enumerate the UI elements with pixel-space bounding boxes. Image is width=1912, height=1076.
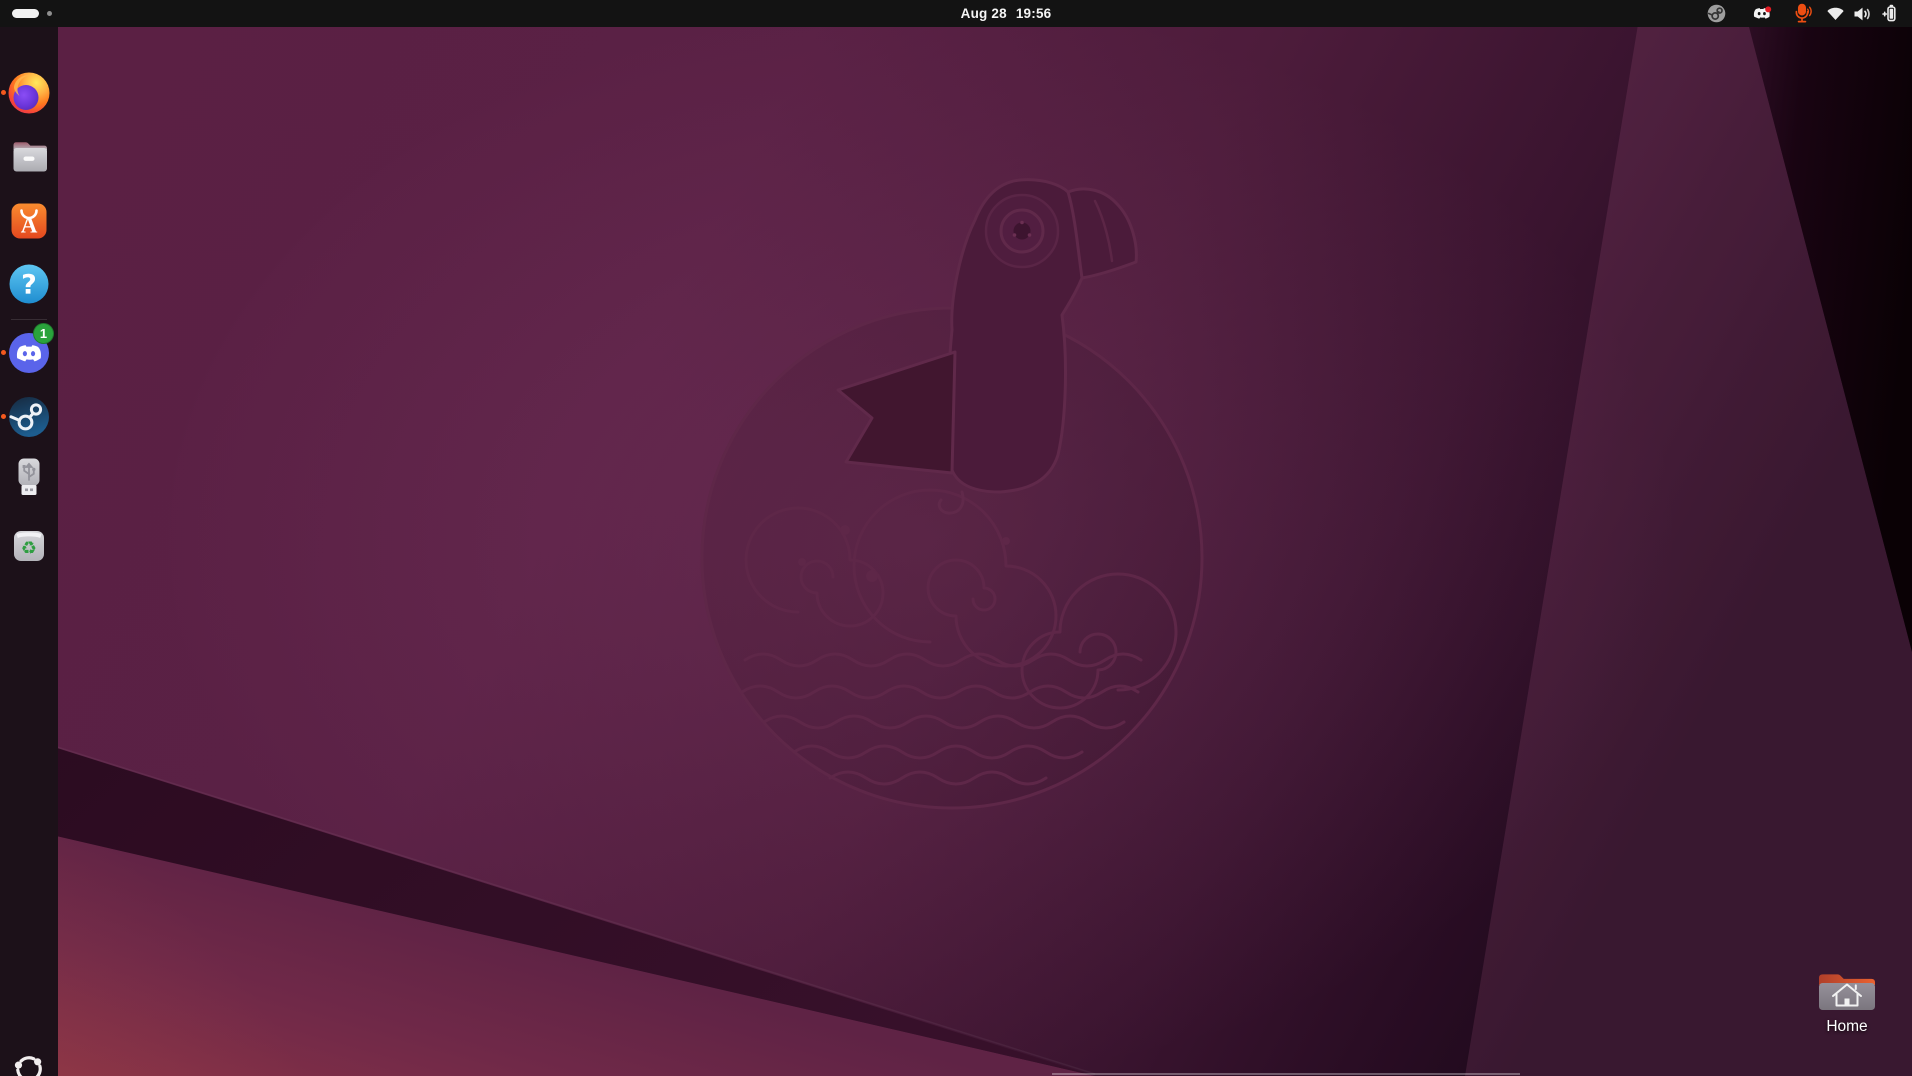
dock-item-discord[interactable]: 1 (6, 323, 54, 376)
microphone-active-icon (1795, 3, 1812, 23)
battery-charging-icon (1882, 4, 1896, 21)
system-tray (1707, 0, 1900, 27)
dock-item-firefox[interactable] (6, 70, 52, 116)
wifi-icon (1827, 7, 1844, 20)
wallpaper-bottom-highlight (1052, 1073, 1520, 1075)
wifi-indicator[interactable] (1826, 0, 1845, 27)
discord-unread-badge: 1 (33, 323, 54, 344)
ubuntu-logo-icon (14, 1056, 42, 1076)
trash-icon: ♻ (14, 531, 44, 561)
discord-tray-button[interactable] (1752, 0, 1772, 27)
home-folder-label: Home (1826, 1018, 1868, 1035)
dock-item-trash[interactable]: ♻ (6, 521, 52, 567)
dock-item-help[interactable]: ? (6, 261, 52, 307)
steam-tray-button[interactable] (1707, 0, 1726, 27)
wallpaper[interactable] (0, 0, 1912, 1076)
dock: A ? 1 ♻ (0, 27, 58, 1076)
clock-button[interactable]: Aug 28 19:56 (961, 0, 1052, 27)
svg-text:♻: ♻ (21, 538, 37, 559)
microphone-indicator[interactable] (1792, 0, 1814, 27)
steam-running-dot (1, 414, 6, 419)
activities-button[interactable] (6, 0, 58, 27)
steam-icon (9, 397, 49, 437)
discord-tray-icon (1753, 5, 1772, 19)
dock-separator (11, 319, 47, 320)
help-icon: ? (9, 264, 49, 304)
battery-indicator[interactable] (1881, 0, 1900, 27)
active-workspace-pill (12, 9, 39, 18)
firefox-icon (8, 72, 50, 114)
app-center-icon: A (11, 203, 47, 239)
files-icon (13, 142, 47, 172)
top-panel: Aug 28 19:56 (0, 0, 1912, 27)
usb-drive-icon (18, 458, 40, 495)
clock-date: Aug 28 (960, 6, 1007, 21)
dock-item-steam[interactable] (6, 394, 52, 440)
discord-unread-dot (1765, 5, 1772, 12)
dock-item-app-center[interactable]: A (6, 198, 52, 244)
ubuntu-desktop: Home A ? 1 ♻ Aug 28 19:56 (0, 0, 1912, 1076)
dock-item-usb-drive[interactable] (6, 455, 52, 501)
clock-time: 19:56 (1015, 6, 1052, 21)
discord-running-dot (1, 350, 6, 355)
desktop-icon-home[interactable]: Home (1797, 966, 1897, 1036)
svg-text:A: A (21, 213, 38, 238)
volume-icon (1854, 7, 1870, 20)
firefox-running-dot (1, 90, 6, 95)
volume-indicator[interactable] (1853, 0, 1873, 27)
inactive-workspace-dot (47, 11, 52, 16)
svg-text:?: ? (21, 270, 37, 301)
show-apps-button[interactable] (11, 1051, 47, 1076)
steam-tray-icon (1707, 4, 1726, 23)
dock-item-files[interactable] (6, 134, 52, 180)
home-folder-icon (1819, 974, 1875, 1010)
